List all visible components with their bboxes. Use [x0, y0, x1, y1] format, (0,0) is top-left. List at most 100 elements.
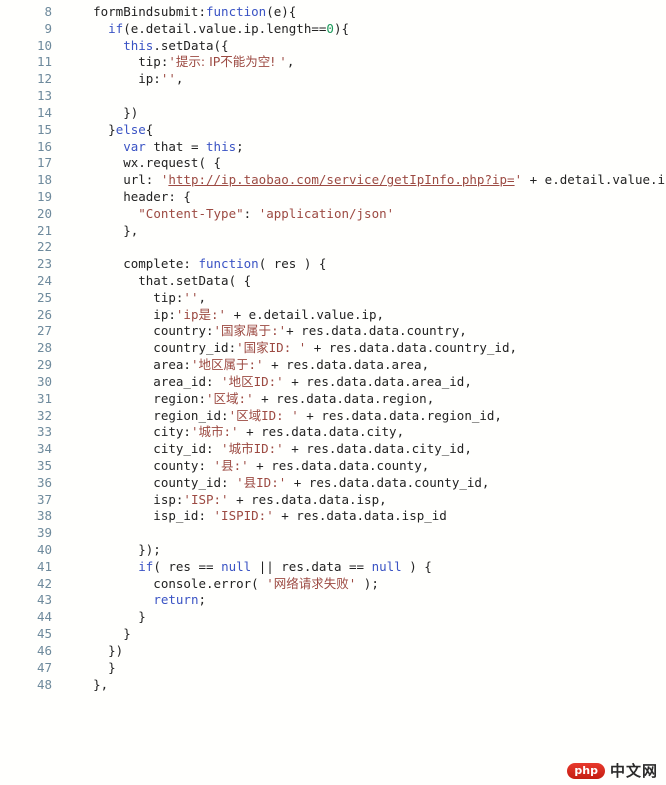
code-line: 34 city_id: '城市ID:' + res.data.data.city…	[0, 441, 666, 458]
token-str: '	[279, 54, 287, 70]
token-str: ID:'	[253, 441, 284, 457]
line-number: 38	[36, 508, 52, 524]
token-plain: ,	[175, 71, 184, 87]
token-str: '	[221, 373, 229, 389]
code-line-text: })	[52, 643, 123, 660]
watermark-label: 中文网	[609, 762, 658, 780]
token-str: '	[266, 575, 274, 591]
code-line: 26 ip:'ip是:' + e.detail.value.ip,	[0, 307, 666, 324]
token-plain: {	[145, 121, 154, 137]
token-cjk: 城市	[228, 441, 254, 457]
line-number: 47	[36, 659, 52, 675]
token-plain: area:	[63, 357, 191, 373]
token-cjk: 县	[243, 474, 257, 490]
code-line: 32 region_id:'区域ID: ' + res.data.data.re…	[0, 408, 666, 425]
token-str: ID:'	[256, 474, 287, 490]
line-number: 25	[36, 289, 52, 305]
code-line-text: this.setData({	[52, 37, 229, 55]
token-num: 0	[326, 20, 334, 36]
token-plain: tip:	[63, 289, 184, 305]
token-plain: isp_id:	[63, 508, 214, 524]
code-line: 14 })	[0, 105, 666, 122]
code-line: 35 county: '县:' + res.data.data.county,	[0, 458, 666, 475]
code-line: 46 })	[0, 643, 666, 660]
token-plain: }	[63, 626, 131, 642]
code-line-text: });	[52, 542, 161, 559]
token-plain: ;	[236, 138, 244, 154]
token-plain: (e){	[266, 4, 297, 19]
line-number: 30	[36, 373, 52, 389]
line-number: 28	[36, 340, 52, 356]
code-line-text: formBindsubmit:function(e){	[52, 4, 296, 21]
token-cjk: 提示: IP不能为空!	[175, 54, 280, 70]
code-line-text: isp_id: 'ISPID:' + res.data.data.isp_id	[52, 508, 447, 525]
token-cjk: 区域	[213, 390, 239, 406]
token-kw: if	[108, 20, 124, 36]
token-url[interactable]: http://ip.taobao.com/service/getIpInfo.p…	[168, 172, 514, 187]
token-plain: + res.data.data.country,	[286, 323, 467, 339]
token-plain: isp:	[63, 491, 184, 507]
token-plain: );	[356, 575, 379, 591]
token-cjk: 国家属于	[221, 323, 272, 339]
token-plain: city_id:	[63, 441, 222, 457]
token-plain: + e.detail.value.ip,	[226, 306, 385, 322]
token-str: '	[228, 407, 237, 423]
code-line-text: }	[52, 660, 116, 677]
token-kw: null	[371, 558, 402, 574]
token-plain: + res.data.data.county_id,	[286, 474, 490, 490]
code-line-text: county: '县:' + res.data.data.county,	[52, 458, 429, 475]
line-number: 15	[36, 121, 52, 137]
line-number: 9	[44, 20, 52, 36]
token-str: 'application/json'	[258, 205, 395, 221]
token-str: '	[221, 441, 229, 457]
token-kw: if	[138, 558, 154, 574]
token-str: 'ip	[175, 306, 199, 322]
token-plain: ,	[198, 289, 207, 305]
token-plain: country_id:	[63, 340, 237, 356]
code-line-text: }	[52, 609, 146, 626]
token-plain: + res.data.data.region,	[253, 390, 435, 406]
token-plain: }	[63, 659, 116, 675]
token-cjk: 区域	[236, 407, 262, 423]
line-number: 43	[36, 592, 52, 608]
token-str: :'	[233, 457, 249, 473]
token-str: '	[213, 457, 222, 473]
token-plain: .setData({	[153, 37, 229, 53]
token-cjk: 地区属于	[198, 357, 249, 373]
code-line: 25 tip:'',	[0, 290, 666, 307]
code-line: 48 },	[0, 677, 666, 694]
token-plain: },	[63, 676, 109, 692]
code-line: 38 isp_id: 'ISPID:' + res.data.data.isp_…	[0, 508, 666, 525]
line-number: 48	[36, 676, 52, 692]
code-viewer[interactable]: 8 formBindsubmit:function(e){9 if(e.deta…	[0, 0, 666, 785]
line-number: 37	[36, 491, 52, 507]
token-plain: + res.data.data.city,	[238, 424, 405, 440]
line-number: 46	[36, 642, 52, 658]
token-kw: null	[221, 558, 252, 574]
token-plain: + res.data.data.isp_id	[273, 508, 447, 524]
line-number: 42	[36, 575, 52, 591]
token-kw: function	[206, 4, 267, 19]
line-number: 17	[36, 155, 52, 171]
line-number: 32	[36, 407, 52, 423]
token-plain: that =	[145, 138, 207, 154]
code-line-text: })	[52, 105, 138, 122]
token-cjk: 城市	[198, 424, 224, 440]
code-line-text: },	[52, 677, 108, 694]
token-kw: this	[123, 37, 154, 53]
line-number: 20	[36, 205, 52, 221]
token-plain: :	[243, 205, 259, 221]
code-line-text: ip:'ip是:' + e.detail.value.ip,	[52, 307, 384, 324]
token-plain: })	[63, 642, 124, 658]
token-cjk: 县	[221, 457, 234, 473]
code-line: 37 isp:'ISP:' + res.data.data.isp,	[0, 492, 666, 509]
code-line: 44 }	[0, 609, 666, 626]
code-line-text: },	[52, 223, 138, 240]
token-str: 'ISPID:'	[213, 508, 274, 524]
code-line: 43 return;	[0, 592, 666, 609]
code-line: 47 }	[0, 660, 666, 677]
token-plain: that.setData( {	[63, 273, 252, 288]
line-number: 41	[36, 558, 52, 574]
token-plain: })	[63, 104, 139, 120]
